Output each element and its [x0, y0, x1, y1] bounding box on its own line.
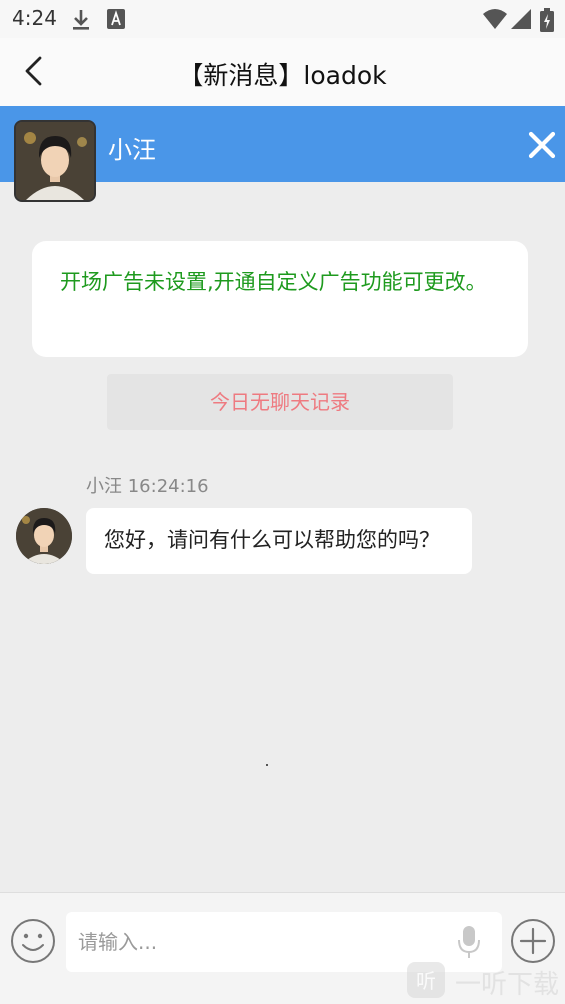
- status-bar: 4:24: [0, 0, 565, 38]
- svg-text:听: 听: [416, 969, 436, 993]
- stray-dot: [266, 764, 268, 766]
- mic-icon[interactable]: [456, 924, 482, 960]
- a-badge-icon: [107, 9, 125, 29]
- plus-icon[interactable]: [510, 918, 556, 964]
- watermark-logo-icon: 听: [407, 962, 445, 998]
- watermark: 听 一听下载: [405, 960, 565, 1000]
- close-icon[interactable]: [525, 128, 559, 162]
- watermark-text: 一听下载: [455, 970, 560, 1000]
- contact-name: 小汪: [108, 136, 156, 164]
- avatar: [14, 120, 96, 202]
- message-avatar: [16, 508, 72, 564]
- ad-notice-card: 开场广告未设置,开通自定义广告功能可更改。: [32, 241, 528, 357]
- message-meta: 小汪 16:24:16: [86, 472, 209, 498]
- download-icon: [73, 10, 89, 30]
- message-time: 16:24:16: [127, 476, 209, 497]
- page-title: 【新消息】loadok: [178, 61, 387, 90]
- battery-icon: [540, 8, 554, 32]
- signal-icon: [511, 9, 531, 29]
- ad-notice-text: 开场广告未设置,开通自定义广告功能可更改。: [60, 270, 487, 294]
- wifi-icon: [483, 9, 507, 29]
- message-bubble: 您好，请问有什么可以帮助您的吗？: [86, 508, 472, 574]
- no-record-banner: 今日无聊天记录: [107, 374, 453, 430]
- nav-bar: 【新消息】loadok: [0, 38, 565, 106]
- status-time: 4:24: [12, 6, 57, 30]
- emoji-icon[interactable]: [10, 918, 56, 964]
- message-sender: 小汪: [86, 476, 122, 497]
